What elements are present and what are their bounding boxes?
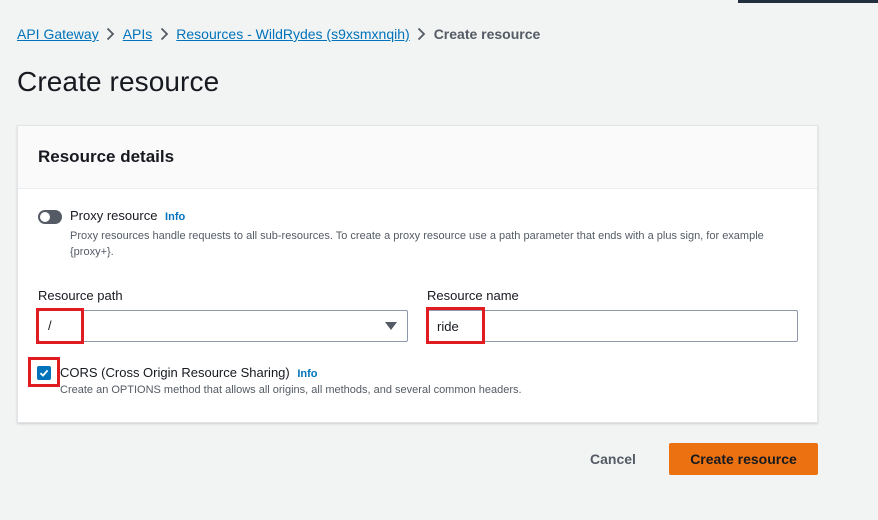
resource-name-label: Resource name: [427, 288, 519, 303]
toggle-knob: [40, 212, 50, 222]
resource-path-label: Resource path: [38, 288, 123, 303]
breadcrumb-resources[interactable]: Resources - WildRydes (s9xsmxnqih): [176, 26, 409, 42]
breadcrumb-current: Create resource: [433, 26, 541, 42]
proxy-resource-label: Proxy resource Info: [70, 208, 185, 223]
top-nav-bar-fragment: [738, 0, 878, 3]
cors-text: CORS (Cross Origin Resource Sharing): [60, 365, 290, 380]
chevron-right-icon: [99, 27, 123, 41]
cancel-button[interactable]: Cancel: [578, 443, 648, 475]
proxy-resource-toggle[interactable]: [38, 210, 62, 224]
proxy-resource-text: Proxy resource: [70, 208, 158, 223]
create-resource-button[interactable]: Create resource: [669, 443, 818, 475]
breadcrumb-api-gateway[interactable]: API Gateway: [17, 26, 99, 42]
highlight-cors-checkbox: [28, 357, 60, 387]
highlight-resource-path: [36, 308, 84, 344]
resource-details-panel: Resource details Proxy resource Info Pro…: [17, 125, 818, 423]
panel-title: Resource details: [38, 147, 175, 166]
cors-info-link[interactable]: Info: [297, 368, 317, 380]
cors-description: Create an OPTIONS method that allows all…: [60, 384, 522, 396]
chevron-right-icon: [152, 27, 176, 41]
highlight-resource-name: [426, 307, 485, 344]
panel-header: Resource details: [18, 126, 817, 189]
page-title: Create resource: [17, 66, 220, 97]
cors-label: CORS (Cross Origin Resource Sharing) Inf…: [60, 365, 318, 380]
breadcrumb-apis[interactable]: APIs: [123, 26, 153, 42]
chevron-right-icon: [410, 27, 434, 41]
caret-down-icon: [385, 322, 397, 330]
breadcrumb: API Gateway APIs Resources - WildRydes (…: [17, 24, 540, 44]
proxy-resource-description: Proxy resources handle requests to all s…: [70, 230, 764, 258]
resource-path-select[interactable]: /: [38, 310, 408, 342]
proxy-info-link[interactable]: Info: [165, 211, 185, 223]
